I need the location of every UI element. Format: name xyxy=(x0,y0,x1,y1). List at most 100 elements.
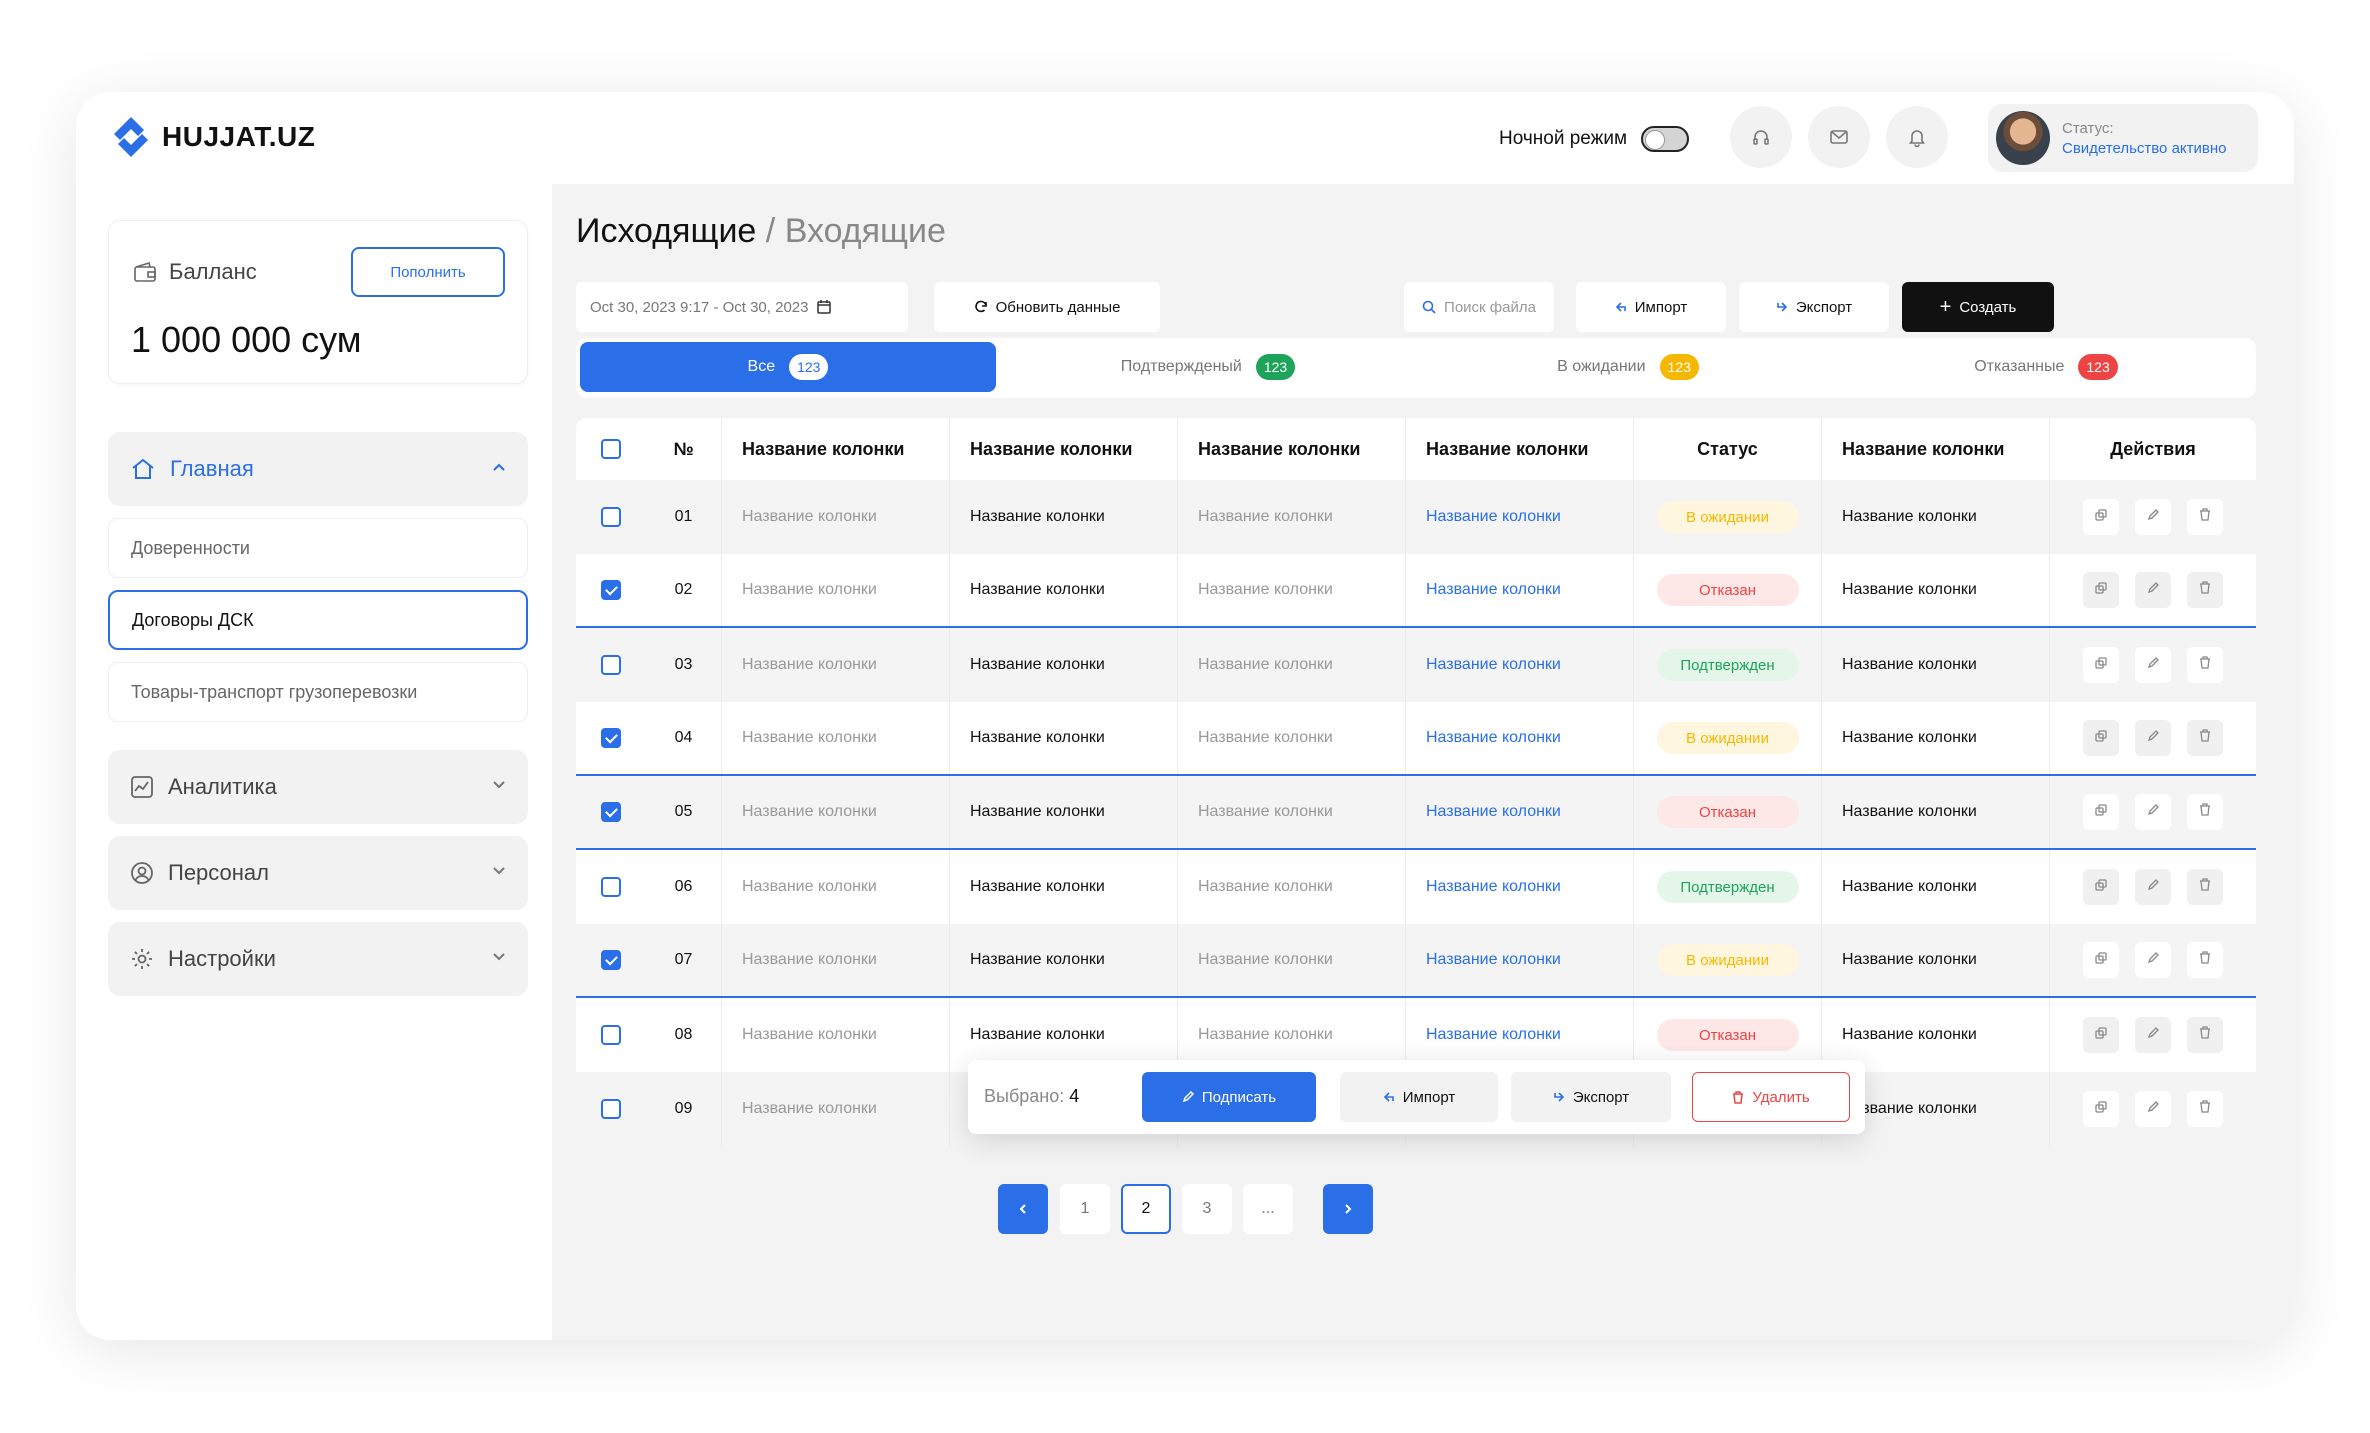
edit-button[interactable] xyxy=(2135,942,2171,978)
bulk-export-button[interactable]: Экспорт xyxy=(1511,1072,1671,1122)
page-2[interactable]: 2 xyxy=(1121,1184,1171,1234)
nav-home[interactable]: Главная xyxy=(108,432,528,506)
copy-button[interactable] xyxy=(2083,572,2119,608)
table-row[interactable]: 04 Название колонки Название колонки Назван… xyxy=(576,702,2256,776)
tab-pending[interactable]: В ожидании 123 xyxy=(1420,342,1836,392)
table-row[interactable]: 01 Название колонки Название колонки Назван… xyxy=(576,480,2256,554)
table-row[interactable]: 05 Название колонки Название колонки Назван… xyxy=(576,776,2256,850)
trash-icon xyxy=(2199,581,2211,599)
edit-button[interactable] xyxy=(2135,869,2171,905)
tab-rejected[interactable]: Отказанные 123 xyxy=(1838,342,2254,392)
header-column-1[interactable]: Название колонки xyxy=(722,418,950,480)
copy-button[interactable] xyxy=(2083,499,2119,535)
next-page-button[interactable] xyxy=(1323,1184,1373,1234)
bulk-delete-button[interactable]: Удалить xyxy=(1692,1072,1850,1122)
row-checkbox[interactable] xyxy=(601,1025,621,1045)
row-checkbox[interactable] xyxy=(601,655,621,675)
edit-button[interactable] xyxy=(2135,647,2171,683)
row-checkbox[interactable] xyxy=(601,507,621,527)
row-actions xyxy=(2050,924,2256,996)
select-all-checkbox[interactable] xyxy=(601,439,621,459)
delete-button[interactable] xyxy=(2187,942,2223,978)
export-button[interactable]: Экспорт xyxy=(1739,282,1889,332)
nav-settings[interactable]: Настройки xyxy=(108,922,528,996)
row-checkbox[interactable] xyxy=(601,1099,621,1119)
search-input[interactable]: Поиск файла xyxy=(1404,282,1554,332)
edit-button[interactable] xyxy=(2135,794,2171,830)
row-checkbox[interactable] xyxy=(601,950,621,970)
row-column-4-link[interactable]: Название колонки xyxy=(1406,554,1634,626)
row-column-4-link[interactable]: Название колонки xyxy=(1406,480,1634,554)
row-column-4-link[interactable]: Название колонки xyxy=(1406,776,1634,848)
nav-analytics[interactable]: Аналитика xyxy=(108,750,528,824)
page-1[interactable]: 1 xyxy=(1060,1184,1110,1234)
row-checkbox[interactable] xyxy=(601,802,621,822)
delete-button[interactable] xyxy=(2187,499,2223,535)
delete-button[interactable] xyxy=(2187,1017,2223,1053)
sign-button[interactable]: Подписать xyxy=(1142,1072,1316,1122)
edit-button[interactable] xyxy=(2135,1091,2171,1127)
table-row[interactable]: 07 Название колонки Название колонки Назван… xyxy=(576,924,2256,998)
delete-button[interactable] xyxy=(2187,1091,2223,1127)
bulk-import-button[interactable]: Импорт xyxy=(1340,1072,1498,1122)
import-button[interactable]: Импорт xyxy=(1576,282,1726,332)
status-badge: Отказан xyxy=(1656,1019,1799,1051)
refresh-icon xyxy=(974,300,987,313)
copy-button[interactable] xyxy=(2083,942,2119,978)
selected-label: Выбрано: xyxy=(984,1086,1065,1106)
edit-button[interactable] xyxy=(2135,572,2171,608)
topup-button[interactable]: Пополнить xyxy=(351,247,505,297)
table-row[interactable]: 03 Название колонки Название колонки Назван… xyxy=(576,628,2256,702)
night-mode-toggle[interactable] xyxy=(1641,126,1690,152)
delete-button[interactable] xyxy=(2187,869,2223,905)
header-column-6[interactable]: Название колонки xyxy=(1822,418,2050,480)
header-number[interactable]: № xyxy=(646,418,722,480)
header-column-3[interactable]: Название колонки xyxy=(1178,418,1406,480)
tab-outgoing[interactable]: Исходящие xyxy=(576,212,756,250)
copy-button[interactable] xyxy=(2083,1017,2119,1053)
prev-page-button[interactable] xyxy=(998,1184,1048,1234)
logo[interactable]: HUJJAT.UZ xyxy=(108,114,315,160)
delete-button[interactable] xyxy=(2187,720,2223,756)
table-row[interactable]: 02 Название колонки Название колонки Назван… xyxy=(576,554,2256,628)
page-3[interactable]: 3 xyxy=(1182,1184,1232,1234)
copy-button[interactable] xyxy=(2083,869,2119,905)
header-column-4[interactable]: Название колонки xyxy=(1406,418,1634,480)
nav-staff[interactable]: Персонал xyxy=(108,836,528,910)
row-column-4-link[interactable]: Название колонки xyxy=(1406,924,1634,996)
header-column-2[interactable]: Название колонки xyxy=(950,418,1178,480)
row-checkbox[interactable] xyxy=(601,728,621,748)
nav-sub-power-of-attorney[interactable]: Доверенности xyxy=(108,518,528,578)
notifications-button[interactable] xyxy=(1886,106,1948,168)
table-row[interactable]: 06 Название колонки Название колонки Назван… xyxy=(576,850,2256,924)
support-button[interactable] xyxy=(1730,106,1792,168)
header-status[interactable]: Статус xyxy=(1634,418,1822,480)
copy-button[interactable] xyxy=(2083,794,2119,830)
edit-button[interactable] xyxy=(2135,720,2171,756)
page-ellipsis[interactable]: ... xyxy=(1243,1184,1293,1234)
delete-button[interactable] xyxy=(2187,647,2223,683)
nav-sub-freight[interactable]: Товары-транспорт грузоперевозки xyxy=(108,662,528,722)
row-column-2: Название колонки xyxy=(950,776,1178,848)
create-button[interactable]: + Создать xyxy=(1902,282,2054,332)
copy-button[interactable] xyxy=(2083,647,2119,683)
delete-button[interactable] xyxy=(2187,794,2223,830)
tab-all[interactable]: Все 123 xyxy=(580,342,996,392)
tab-confirmed[interactable]: Подтвержденый 123 xyxy=(1000,342,1416,392)
edit-button[interactable] xyxy=(2135,499,2171,535)
messages-button[interactable] xyxy=(1808,106,1870,168)
copy-button[interactable] xyxy=(2083,1091,2119,1127)
nav-sub-dsk-contracts[interactable]: Договоры ДСК xyxy=(108,590,528,650)
refresh-button[interactable]: Обновить данные xyxy=(934,282,1160,332)
edit-button[interactable] xyxy=(2135,1017,2171,1053)
row-column-4-link[interactable]: Название колонки xyxy=(1406,702,1634,774)
row-column-4-link[interactable]: Название колонки xyxy=(1406,628,1634,702)
row-checkbox[interactable] xyxy=(601,877,621,897)
date-range-picker[interactable]: Oct 30, 2023 9:17 - Oct 30, 2023 xyxy=(576,282,908,332)
row-column-4-link[interactable]: Название колонки xyxy=(1406,850,1634,924)
tab-incoming[interactable]: Входящие xyxy=(785,212,946,250)
row-checkbox[interactable] xyxy=(601,580,621,600)
copy-button[interactable] xyxy=(2083,720,2119,756)
user-profile[interactable]: Статус: Свидетельство активно xyxy=(1988,104,2258,172)
delete-button[interactable] xyxy=(2187,572,2223,608)
